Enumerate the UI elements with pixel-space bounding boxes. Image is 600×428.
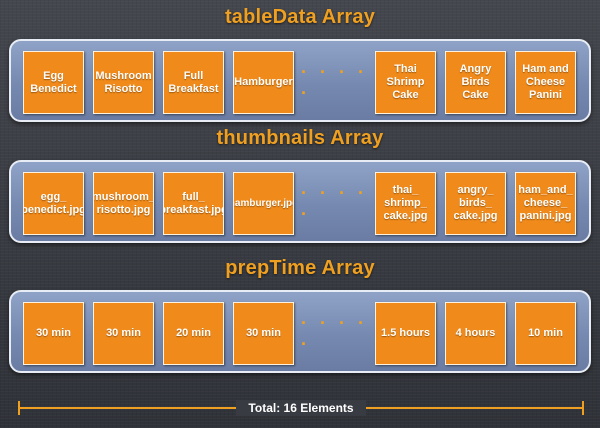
array-element: mushroom_ risotto.jpg bbox=[93, 172, 154, 235]
array-element: 30 min bbox=[23, 302, 84, 365]
array-element: Hamburger bbox=[233, 51, 294, 114]
array-band-thumbnails: egg_ benedict.jpg mushroom_ risotto.jpg … bbox=[9, 160, 591, 243]
array-element: Angry Birds Cake bbox=[445, 51, 506, 114]
array-element: Full Breakfast bbox=[163, 51, 224, 114]
array-element: full_ breakfast.jpg bbox=[163, 172, 224, 235]
array-element: thai_ shrimp_ cake.jpg bbox=[375, 172, 436, 235]
ellipsis: · · · · · bbox=[301, 61, 368, 103]
array-element: 20 min bbox=[163, 302, 224, 365]
array-band-tabledata: Egg Benedict Mushroom Risotto Full Break… bbox=[9, 39, 591, 122]
dimension-cap-right bbox=[582, 401, 584, 415]
array-element: 1.5 hours bbox=[375, 302, 436, 365]
array-element: egg_ benedict.jpg bbox=[23, 172, 84, 235]
array-element: Thai Shrimp Cake bbox=[375, 51, 436, 114]
array-element: Egg Benedict bbox=[23, 51, 84, 114]
array-title-thumbnails: thumbnails Array bbox=[216, 127, 384, 149]
array-element: hamburger.jpg bbox=[233, 172, 294, 235]
array-element: Mushroom Risotto bbox=[93, 51, 154, 114]
array-element: 4 hours bbox=[445, 302, 506, 365]
array-element: Ham and Cheese Panini bbox=[515, 51, 576, 114]
array-element: 30 min bbox=[233, 302, 294, 365]
total-label: Total: 16 Elements bbox=[236, 400, 366, 416]
ellipsis: · · · · · bbox=[301, 182, 368, 224]
array-element: 10 min bbox=[515, 302, 576, 365]
array-element: 30 min bbox=[93, 302, 154, 365]
array-element: ham_and_ cheese_ panini.jpg bbox=[515, 172, 576, 235]
array-title-tabledata: tableData Array bbox=[224, 6, 376, 28]
array-element: angry_ birds_ cake.jpg bbox=[445, 172, 506, 235]
array-title-preptime: prepTime Array bbox=[225, 257, 375, 279]
array-band-preptime: 30 min 30 min 20 min 30 min · · · · · 1.… bbox=[9, 290, 591, 373]
ellipsis: · · · · · bbox=[301, 312, 368, 354]
